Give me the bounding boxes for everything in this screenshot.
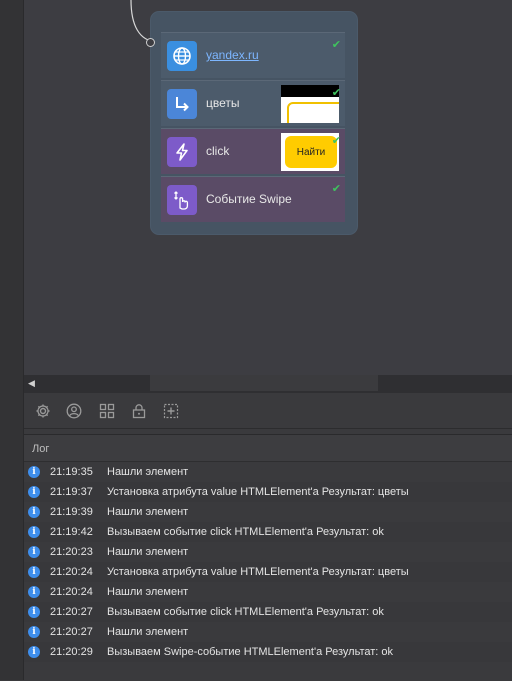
log-message: Нашли элемент <box>107 586 189 598</box>
log-time: 21:20:27 <box>50 606 93 618</box>
log-entry[interactable]: i 21:20:27 Вызываем событие click HTMLEl… <box>24 602 512 622</box>
log-message: Установка атрибута value HTMLElement'a Р… <box>107 566 409 578</box>
log-entry[interactable]: i 21:20:23 Нашли элемент <box>24 542 512 562</box>
set-value-arrow-icon <box>167 89 197 119</box>
log-entry[interactable]: i 21:20:27 Нашли элемент <box>24 622 512 642</box>
log-entry[interactable]: i 21:19:39 Нашли элемент <box>24 502 512 522</box>
preview-button-text: Найти <box>285 136 337 168</box>
info-icon: i <box>28 646 40 658</box>
user-icon[interactable] <box>65 402 83 420</box>
step-swipe[interactable]: Событие Swipe ✔ <box>161 176 345 222</box>
log-time: 21:19:35 <box>50 466 93 478</box>
canvas-toolbar <box>24 393 512 429</box>
lock-icon[interactable] <box>130 402 148 420</box>
step-label-click: click <box>206 144 230 158</box>
log-entry[interactable]: i 21:19:37 Установка атрибута value HTML… <box>24 482 512 502</box>
log-message: Нашли элемент <box>107 546 189 558</box>
info-icon: i <box>28 526 40 538</box>
step-click[interactable]: click Найти ✔ <box>161 128 345 174</box>
info-icon: i <box>28 486 40 498</box>
success-check-icon: ✔ <box>331 135 341 147</box>
scroll-left-arrow-icon[interactable]: ◀ <box>28 378 35 389</box>
step-label-value: цветы <box>206 96 240 110</box>
grid-icon[interactable] <box>98 402 116 420</box>
add-frame-icon[interactable] <box>162 402 180 420</box>
info-icon: i <box>28 506 40 518</box>
info-icon: i <box>28 606 40 618</box>
scrollbar-thumb[interactable] <box>150 375 378 391</box>
log-time: 21:20:27 <box>50 626 93 638</box>
step-label-swipe: Событие Swipe <box>206 192 292 206</box>
horizontal-scrollbar[interactable]: ◀ <box>24 375 512 393</box>
log-message: Вызываем Swipe-событие HTMLElement'a Рез… <box>107 646 394 658</box>
info-icon: i <box>28 466 40 478</box>
log-message: Вызываем событие click HTMLElement'a Рез… <box>107 526 384 538</box>
globe-icon <box>167 41 197 71</box>
flow-node[interactable]: yandex.ru ✔ цветы ✔ click Найти ✔ Событи… <box>146 12 357 234</box>
log-message: Вызываем событие click HTMLElement'a Рез… <box>107 606 384 618</box>
log-entry[interactable]: i 21:19:35 Нашли элемент <box>24 462 512 482</box>
swipe-hand-icon <box>167 185 197 215</box>
log-message: Нашли элемент <box>107 466 189 478</box>
log-entry[interactable]: i 21:19:42 Вызываем событие click HTMLEl… <box>24 522 512 542</box>
step-url-link[interactable]: yandex.ru <box>206 48 259 62</box>
info-icon: i <box>28 586 40 598</box>
log-entry[interactable]: i 21:20:24 Нашли элемент <box>24 582 512 602</box>
log-entry[interactable]: i 21:20:24 Установка атрибута value HTML… <box>24 562 512 582</box>
info-icon: i <box>28 546 40 558</box>
success-check-icon: ✔ <box>331 183 341 195</box>
button-preview-thumbnail: Найти <box>281 133 339 171</box>
log-panel: Лог i 21:19:35 Нашли элемент i 21:19:37 … <box>24 434 512 681</box>
log-time: 21:20:29 <box>50 646 93 658</box>
log-time: 21:19:42 <box>50 526 93 538</box>
log-message: Нашли элемент <box>107 506 189 518</box>
settings-icon[interactable] <box>34 402 52 420</box>
step-navigate[interactable]: yandex.ru ✔ <box>161 32 345 78</box>
info-icon: i <box>28 566 40 578</box>
log-message: Установка атрибута value HTMLElement'a Р… <box>107 486 409 498</box>
search-field-preview-thumbnail <box>281 85 339 123</box>
node-input-port[interactable] <box>146 38 155 47</box>
log-message: Нашли элемент <box>107 626 189 638</box>
log-time: 21:19:37 <box>50 486 93 498</box>
log-time: 21:20:23 <box>50 546 93 558</box>
log-header: Лог <box>24 435 512 462</box>
left-panel-strip <box>0 0 24 680</box>
flow-canvas[interactable]: yandex.ru ✔ цветы ✔ click Найти ✔ Событи… <box>24 0 512 375</box>
lightning-icon <box>167 137 197 167</box>
step-set-value[interactable]: цветы ✔ <box>161 80 345 126</box>
log-entry[interactable]: i 21:20:29 Вызываем Swipe-событие HTMLEl… <box>24 642 512 662</box>
info-icon: i <box>28 626 40 638</box>
log-time: 21:20:24 <box>50 566 93 578</box>
log-time: 21:20:24 <box>50 586 93 598</box>
log-title: Лог <box>32 443 50 455</box>
log-time: 21:19:39 <box>50 506 93 518</box>
success-check-icon: ✔ <box>331 87 341 99</box>
success-check-icon: ✔ <box>331 39 341 51</box>
